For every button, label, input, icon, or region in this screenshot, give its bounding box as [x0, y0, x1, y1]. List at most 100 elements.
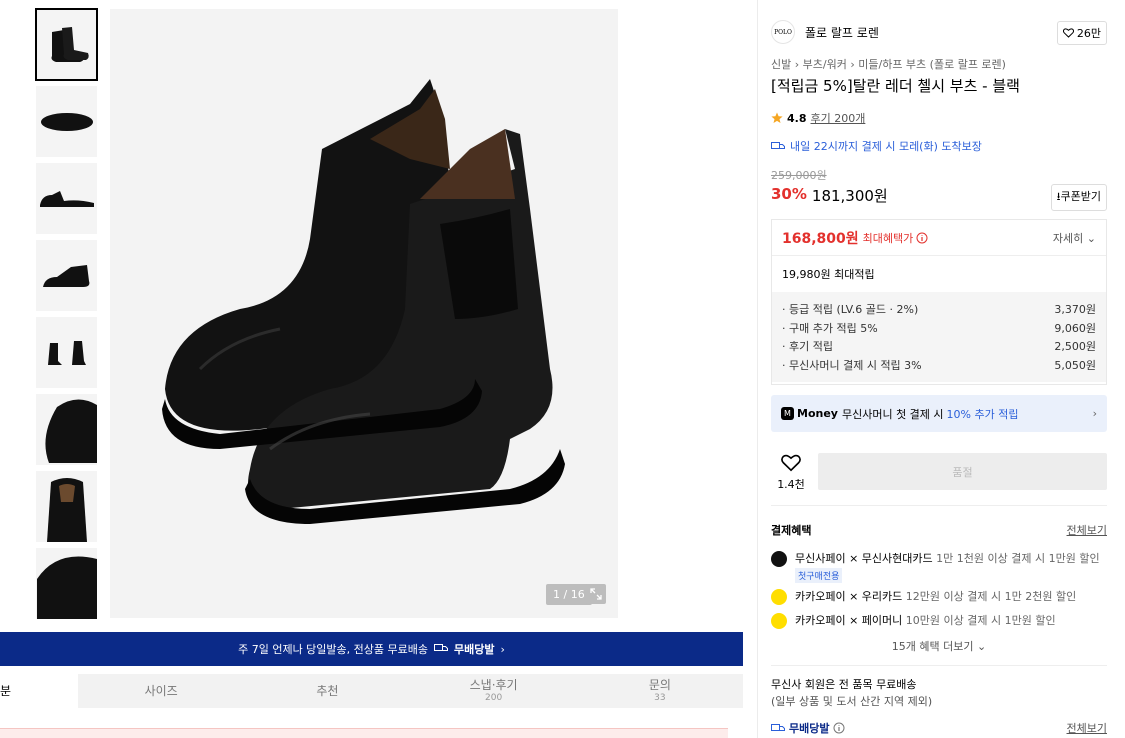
breadcrumb-item[interactable]: 부츠/워커	[803, 58, 847, 71]
chevron-right-icon: ›	[1092, 407, 1097, 420]
free-shipping-row: 무배당발 전체보기	[771, 720, 1107, 736]
payment-benefit-item: 카카오페이 × 페이머니 10만원 이상 결제 시 1만원 할인	[771, 612, 1107, 629]
kakaopay-icon	[771, 613, 787, 629]
thumbnail-8[interactable]	[36, 548, 97, 619]
tab-reviews[interactable]: 스냅·후기 200	[410, 674, 577, 708]
musinsa-pay-icon	[771, 551, 787, 567]
product-info-panel: POLO 폴로 랄프 로렌 26만 신발 › 부츠/워커 › 미들/하프 부츠 …	[758, 0, 1125, 738]
thumbnail-1[interactable]	[35, 8, 98, 81]
first-purchase-badge: 첫구매전용	[795, 568, 843, 583]
heart-icon	[781, 454, 801, 472]
info-icon[interactable]	[916, 232, 928, 244]
thumbnail-5[interactable]	[36, 317, 97, 388]
thumbnail-6[interactable]	[36, 394, 97, 465]
shipping-view-all-link[interactable]: 전체보기	[1067, 720, 1107, 736]
brand-like-button[interactable]: 26만	[1056, 21, 1107, 45]
banner-badge: 무배당발	[454, 643, 495, 656]
delivery-guarantee: 내일 22시까지 결제 시 모레(화) 도착보장	[771, 138, 982, 154]
points-total: 19,980원 최대적립	[782, 268, 875, 281]
max-benefit-price: 168,800원	[782, 230, 859, 247]
section-divider	[771, 505, 1107, 506]
payment-benefit-item: 카카오페이 × 우리카드 12만원 이상 결제 시 1만 2천원 할인	[771, 588, 1107, 605]
chevron-down-icon: ⌄	[1086, 231, 1096, 245]
max-benefit-header: 168,800원 최대혜택가 자세히 ⌄	[772, 220, 1106, 256]
notice-strip	[0, 728, 728, 738]
shipping-info: 무신사 회원은 전 품목 무료배송 (일부 상품 및 도서 산간 지역 제외)	[771, 676, 932, 710]
wishlist-count: 1.4천	[777, 478, 805, 491]
payment-benefit-name: 카카오페이 × 우리카드	[795, 590, 903, 603]
brand-name[interactable]: 폴로 랄프 로렌	[805, 24, 879, 41]
brand-logo[interactable]: POLO	[771, 20, 795, 44]
thumbnail-7[interactable]	[36, 471, 97, 542]
product-gallery-area: 1 / 16 주 7일 언제나 당일발송, 전상품 무료배송 무배당발 › 분 …	[0, 0, 743, 738]
section-divider	[771, 665, 1107, 666]
points-row: · 구매 추가 적립 5% 9,060원	[782, 321, 1096, 335]
chevron-right-icon: ›	[794, 58, 803, 71]
detail-toggle[interactable]: 자세히 ⌄	[1053, 230, 1096, 246]
musinsa-money-banner[interactable]: M Money 무신사머니 첫 결제 시 10% 추가 적립 ›	[771, 395, 1107, 432]
payment-benefit-name: 카카오페이 × 페이머니	[795, 614, 903, 627]
tab-qna[interactable]: 문의 33	[576, 674, 743, 708]
breadcrumb: 신발 › 부츠/워커 › 미들/하프 부츠 (폴로 랄프 로렌)	[771, 56, 1006, 72]
payment-view-all-link[interactable]: 전체보기	[1067, 522, 1107, 538]
image-counter: 1 / 16	[546, 584, 592, 605]
chevron-right-icon: ›	[500, 642, 505, 656]
tab-recommend[interactable]: 추천	[244, 674, 411, 708]
banner-text: 주 7일 언제나 당일발송, 전상품 무료배송	[238, 643, 428, 656]
rating-value: 4.8	[787, 111, 807, 125]
shipping-line-1: 무신사 회원은 전 품목 무료배송	[771, 678, 917, 691]
delivery-text: 내일 22시까지 결제 시 모레(화) 도착보장	[790, 140, 982, 153]
payment-benefit-desc: 10만원 이상 결제 시 1만원 할인	[905, 614, 1056, 627]
breadcrumb-item[interactable]: 신발	[771, 58, 791, 71]
product-title: [적립금 5%]탈란 레더 첼시 부츠 - 블랙	[771, 77, 1020, 95]
tab-info[interactable]: 분	[0, 674, 78, 708]
main-product-image	[110, 9, 618, 618]
brand-like-count: 26만	[1076, 27, 1101, 40]
payment-benefit-desc: 1만 1천원 이상 결제 시 1만원 할인	[936, 552, 1100, 565]
brand-row: POLO 폴로 랄프 로렌 26만	[771, 20, 1107, 45]
wishlist-button[interactable]: 1.4천	[771, 454, 811, 492]
thumbnail-2[interactable]	[36, 86, 97, 157]
max-benefit-box: 168,800원 최대혜택가 자세히 ⌄ 19,980원 최대적립 · 등급 적…	[771, 219, 1107, 385]
soldout-button[interactable]: 품절	[818, 453, 1107, 490]
payment-benefits-header: 결제혜택 전체보기	[771, 522, 1107, 538]
money-text: 무신사머니 첫 결제 시	[841, 407, 944, 421]
chelsea-boots-image	[162, 79, 565, 524]
more-benefits-button[interactable]: 15개 혜택 더보기 ⌄	[771, 638, 1107, 654]
truck-icon	[771, 142, 785, 149]
max-benefit-label: 최대혜택가	[862, 231, 914, 245]
payment-benefit-desc: 12만원 이상 결제 시 1만 2천원 할인	[905, 590, 1077, 603]
thumbnail-list	[35, 8, 98, 625]
payment-benefit-name: 무신사페이 × 무신사현대카드	[795, 552, 933, 565]
info-icon[interactable]	[833, 722, 845, 734]
points-row: · 후기 적립 2,500원	[782, 340, 1096, 354]
review-count-link[interactable]: 후기 200개	[811, 110, 866, 126]
truck-icon	[434, 643, 448, 656]
payment-benefits-title: 결제혜택	[771, 524, 812, 537]
heart-icon	[1062, 28, 1074, 38]
tab-size[interactable]: 사이즈	[78, 674, 245, 708]
breadcrumb-item[interactable]: 미들/하프 부츠 (폴로 랄프 로렌)	[858, 58, 1006, 71]
payment-benefit-item: 무신사페이 × 무신사현대카드 1만 1천원 이상 결제 시 1만원 할인 첫구…	[771, 550, 1107, 583]
truck-icon	[771, 724, 785, 731]
money-highlight: 10% 추가 적립	[946, 407, 1019, 421]
chevron-down-icon: ⌄	[977, 640, 987, 653]
delivery-banner[interactable]: 주 7일 언제나 당일발송, 전상품 무료배송 무배당발 ›	[0, 632, 743, 666]
price-row: 30% 181,300원	[771, 185, 888, 206]
money-logo-icon: M	[781, 407, 794, 420]
money-brand: Money	[797, 407, 838, 420]
product-tabs: 분 사이즈 추천 스냅·후기 200 문의 33	[0, 674, 743, 708]
points-row: · 등급 적립 (LV.6 골드 · 2%) 3,370원	[782, 303, 1096, 317]
discount-rate: 30%	[771, 185, 807, 203]
thumbnail-3[interactable]	[36, 163, 97, 234]
rating-row: 4.8 후기 200개	[771, 110, 865, 126]
coupon-button[interactable]: ⭳쿠폰받기	[1050, 184, 1107, 211]
thumbnail-4[interactable]	[36, 240, 97, 311]
free-shipping-badge: 무배당발	[789, 722, 830, 735]
kakaopay-icon	[771, 589, 787, 605]
points-breakdown: · 등급 적립 (LV.6 골드 · 2%) 3,370원 · 구매 추가 적립 …	[772, 292, 1106, 382]
expand-icon[interactable]	[586, 584, 606, 604]
original-price: 259,000원	[771, 169, 827, 182]
star-icon	[771, 112, 783, 123]
shipping-line-2: (일부 상품 및 도서 산간 지역 제외)	[771, 695, 933, 708]
